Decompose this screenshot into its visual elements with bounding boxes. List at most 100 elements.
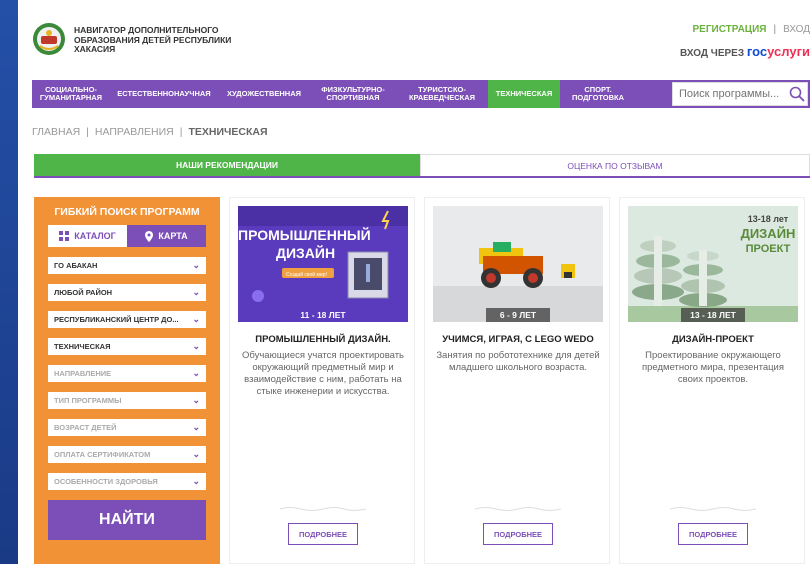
program-search: [672, 82, 808, 106]
nav-label: ГУМАНИТАРНАЯ: [39, 93, 103, 102]
poster-line: ПРОМЫШЛЕННЫЙ: [238, 226, 371, 243]
chevron-down-icon: ⌄: [192, 314, 200, 324]
program-card[interactable]: 6 - 9 ЛЕТ УЧИМСЯ, ИГРАЯ, С LEGO WEDO Зан…: [424, 197, 610, 564]
focus-select[interactable]: ТЕХНИЧЕСКАЯ ⌄: [48, 338, 206, 355]
select-value: ОСОБЕННОСТИ ЗДОРОВЬЯ: [54, 477, 158, 486]
chevron-down-icon: ⌄: [192, 476, 200, 486]
register-link[interactable]: РЕГИСТРАЦИЯ: [693, 24, 767, 35]
organization-select[interactable]: РЕСПУБЛИКАНСКИЙ ЦЕНТР ДО... ⌄: [48, 311, 206, 328]
breadcrumb-current: ТЕХНИЧЕСКАЯ: [188, 126, 268, 138]
nav-item-art[interactable]: ХУДОЖЕСТВЕННАЯ: [218, 80, 310, 108]
nav-label: КРАЕВЕДЧЕСКАЯ: [408, 93, 476, 102]
select-value: РЕСПУБЛИКАНСКИЙ ЦЕНТР ДО...: [54, 315, 179, 324]
tab-reviews[interactable]: ОЦЕНКА ПО ОТЗЫВАМ: [420, 154, 810, 176]
breadcrumb-home[interactable]: ГЛАВНАЯ: [32, 126, 80, 138]
health-features-select[interactable]: ОСОБЕННОСТИ ЗДОРОВЬЯ ⌄: [48, 473, 206, 490]
age-badge: 11 - 18 ЛЕТ: [291, 308, 355, 322]
brand-line: ХАКАСИЯ: [74, 44, 116, 54]
program-title[interactable]: ПРОМЫШЛЕННЫЙ ДИЗАЙН.: [230, 334, 416, 345]
nav-label: ПОДГОТОВКА: [571, 93, 625, 102]
program-description: Занятия по робототехнике для детей младш…: [436, 350, 600, 373]
age-select[interactable]: ВОЗРАСТ ДЕТЕЙ ⌄: [48, 419, 206, 436]
poster-line: ДИЗАЙН: [741, 226, 796, 241]
poster-line: 13-18 лет: [748, 214, 789, 224]
select-value: ВОЗРАСТ ДЕТЕЙ: [54, 423, 117, 432]
map-pin-icon: [145, 230, 154, 242]
view-toggle: КАТАЛОГ КАРТА: [48, 225, 206, 247]
program-image[interactable]: 13-18 лет ДИЗАЙН ПРОЕКТ 13 - 18 ЛЕТ: [628, 206, 798, 322]
filter-title: ГИБКИЙ ПОИСК ПРОГРАММ: [54, 206, 200, 218]
program-description: Обучающиеся учатся проектировать окружаю…: [241, 350, 405, 397]
chevron-down-icon: ⌄: [192, 395, 200, 405]
page-content: НАВИГАТОР ДОПОЛНИТЕЛЬНОГО ОБРАЗОВАНИЯ ДЕ…: [18, 0, 810, 564]
select-value: ЛЮБОЙ РАЙОН: [54, 288, 113, 297]
program-image[interactable]: ПРОМЫШЛЕННЫЙ ДИЗАЙН Создай свой мир! 11 …: [238, 206, 408, 322]
nav-item-science[interactable]: ЕСТЕСТВЕННОНАУЧНАЯ: [110, 80, 218, 108]
poster-line: ПРОЕКТ: [746, 243, 791, 255]
program-description: Проектирование окружающего предметного м…: [642, 350, 784, 385]
nav-item-tourism[interactable]: ТУРИСТСКО- КРАЕВЕДЧЕСКАЯ: [396, 80, 488, 108]
nav-item-sport-training[interactable]: СПОРТ. ПОДГОТОВКА: [560, 80, 636, 108]
select-value: ТИП ПРОГРАММЫ: [54, 396, 122, 405]
catalog-toggle-button[interactable]: КАТАЛОГ: [48, 225, 127, 247]
catalog-label: КАТАЛОГ: [74, 231, 116, 241]
select-value: ТЕХНИЧЕСКАЯ: [54, 342, 111, 351]
find-button[interactable]: НАЙТИ: [48, 500, 206, 540]
details-button[interactable]: ПОДРОБНЕЕ: [288, 523, 358, 545]
lego-robot-photo: [433, 206, 603, 322]
poster-line: ДИЗАЙН: [276, 244, 335, 261]
industrial-design-poster: ПРОМЫШЛЕННЫЙ ДИЗАЙН Создай свой мир!: [238, 206, 408, 322]
khakassia-emblem-icon[interactable]: [32, 22, 66, 56]
direction-select[interactable]: НАПРАВЛЕНИЕ ⌄: [48, 365, 206, 382]
chevron-down-icon: ⌄: [192, 260, 200, 270]
breadcrumb-directions[interactable]: НАПРАВЛЕНИЯ: [95, 126, 174, 138]
divider-wave: [475, 507, 561, 511]
details-button[interactable]: ПОДРОБНЕЕ: [678, 523, 748, 545]
program-card[interactable]: ПРОМЫШЛЕННЫЙ ДИЗАЙН Создай свой мир! 11 …: [229, 197, 415, 564]
program-card[interactable]: 13-18 лет ДИЗАЙН ПРОЕКТ 13 - 18 ЛЕТ ДИЗА…: [619, 197, 805, 564]
chevron-down-icon: ⌄: [192, 449, 200, 459]
program-type-select[interactable]: ТИП ПРОГРАММЫ ⌄: [48, 392, 206, 409]
gosuslugi-login-link[interactable]: ВХОД ЧЕРЕЗ госуслуги: [680, 44, 810, 59]
site-brand[interactable]: НАВИГАТОР ДОПОЛНИТЕЛЬНОГО ОБРАЗОВАНИЯ ДЕ…: [74, 25, 254, 55]
nav-label: ХУДОЖЕСТВЕННАЯ: [226, 89, 301, 98]
age-badge: 13 - 18 ЛЕТ: [681, 308, 745, 322]
poster-line: Создай свой мир!: [286, 271, 327, 278]
gosuslugi-logo-part1: гос: [746, 44, 768, 59]
filter-panel: ГИБКИЙ ПОИСК ПРОГРАММ КАТАЛОГ КАРТА ГО А…: [34, 197, 220, 564]
login-link[interactable]: ВХОД: [783, 24, 810, 35]
auth-separator: |: [773, 24, 777, 35]
chevron-down-icon: ⌄: [192, 287, 200, 297]
gosuslugi-logo-part2: услуги: [767, 44, 810, 59]
details-button[interactable]: ПОДРОБНЕЕ: [483, 523, 553, 545]
program-title[interactable]: УЧИМСЯ, ИГРАЯ, С LEGO WEDO: [425, 334, 611, 345]
age-badge: 6 - 9 ЛЕТ: [486, 308, 550, 322]
chevron-down-icon: ⌄: [192, 422, 200, 432]
nav-label: ТЕХНИЧЕСКАЯ: [495, 89, 553, 98]
program-title[interactable]: ДИЗАЙН-ПРОЕКТ: [620, 334, 806, 345]
map-label: КАРТА: [158, 231, 188, 241]
nav-item-sport[interactable]: ФИЗКУЛЬТУРНО- СПОРТИВНАЯ: [310, 80, 396, 108]
design-project-poster: 13-18 лет ДИЗАЙН ПРОЕКТ: [628, 206, 798, 322]
grid-icon: [59, 231, 70, 241]
certificate-payment-select[interactable]: ОПЛАТА СЕРТИФИКАТОМ ⌄: [48, 446, 206, 463]
nav-label: ЕСТЕСТВЕННОНАУЧНАЯ: [117, 89, 211, 98]
breadcrumb-separator: |: [179, 126, 183, 138]
site-header: НАВИГАТОР ДОПОЛНИТЕЛЬНОГО ОБРАЗОВАНИЯ ДЕ…: [18, 0, 810, 72]
auth-links: РЕГИСТРАЦИЯ | ВХОД: [693, 24, 810, 35]
breadcrumb: ГЛАВНАЯ | НАПРАВЛЕНИЯ | ТЕХНИЧЕСКАЯ: [32, 126, 268, 138]
search-icon[interactable]: [789, 86, 805, 102]
select-value: ГО АБАКАН: [54, 261, 98, 270]
map-toggle-button[interactable]: КАРТА: [127, 225, 206, 247]
nav-item-social[interactable]: СОЦИАЛЬНО- ГУМАНИТАРНАЯ: [32, 80, 110, 108]
program-image[interactable]: 6 - 9 ЛЕТ: [433, 206, 603, 322]
search-input[interactable]: [679, 88, 789, 100]
gosuslugi-prefix: ВХОД ЧЕРЕЗ: [680, 48, 745, 59]
district-select[interactable]: ЛЮБОЙ РАЙОН ⌄: [48, 284, 206, 301]
tab-recommendations[interactable]: НАШИ РЕКОМЕНДАЦИИ: [34, 154, 420, 176]
select-value: ОПЛАТА СЕРТИФИКАТОМ: [54, 450, 151, 459]
chevron-down-icon: ⌄: [192, 368, 200, 378]
city-select[interactable]: ГО АБАКАН ⌄: [48, 257, 206, 274]
chevron-down-icon: ⌄: [192, 341, 200, 351]
nav-item-technical[interactable]: ТЕХНИЧЕСКАЯ: [488, 80, 560, 108]
